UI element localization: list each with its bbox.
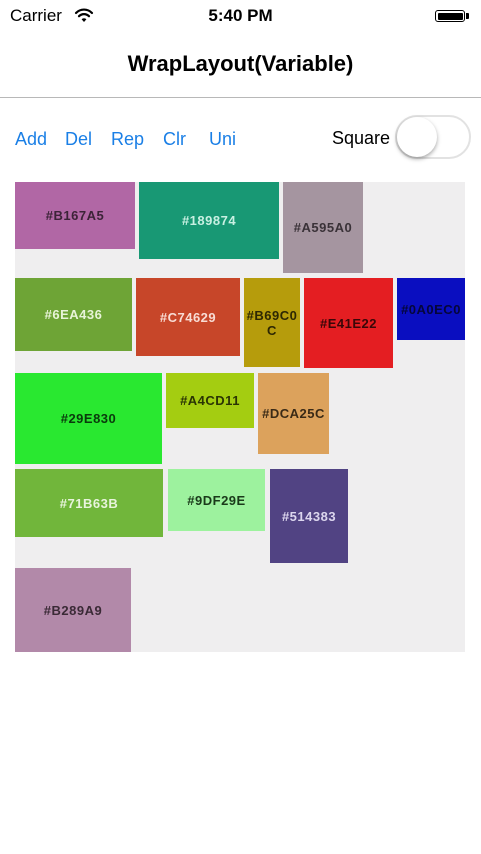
square-toggle-label: Square — [332, 128, 391, 148]
color-tile[interactable]: #A595A0 — [283, 182, 363, 273]
status-bar: Carrier 5:40 PM — [0, 0, 481, 34]
page-title: WrapLayout(Variable) — [127, 51, 354, 76]
uniform-button[interactable]: Uni — [209, 129, 236, 150]
color-tile[interactable]: #6EA436 — [15, 278, 132, 351]
color-tile[interactable]: #B69C0C — [244, 278, 300, 367]
color-tile[interactable]: #514383 — [270, 469, 348, 563]
color-tile[interactable]: #A4CD11 — [166, 373, 254, 428]
navigation-bar: WrapLayout(Variable) — [0, 34, 481, 98]
replace-button[interactable]: Rep — [111, 129, 144, 150]
toolbar: Add Del Rep Clr Uni Square — [0, 98, 481, 182]
square-toggle-switch[interactable] — [395, 115, 471, 159]
delete-button[interactable]: Del — [65, 129, 92, 150]
battery-tip — [466, 13, 469, 19]
add-button[interactable]: Add — [15, 129, 47, 150]
status-time: 5:40 PM — [208, 6, 273, 25]
color-tile[interactable]: #DCA25C — [258, 373, 329, 454]
color-tile[interactable]: #E41E22 — [304, 278, 393, 368]
color-tile[interactable]: #B289A9 — [15, 568, 131, 652]
battery-icon — [435, 10, 465, 22]
color-tile[interactable]: #0A0EC0 — [397, 278, 465, 340]
switch-knob[interactable] — [397, 117, 437, 157]
clear-button[interactable]: Clr — [163, 129, 186, 150]
color-tile[interactable]: #9DF29E — [168, 469, 265, 531]
color-tile[interactable]: #71B63B — [15, 469, 163, 537]
color-tile[interactable]: #29E830 — [15, 373, 162, 464]
color-tile[interactable]: #B167A5 — [15, 182, 135, 249]
wrap-layout-area: #B167A5 #189874 #A595A0 #6EA436 #C74629 … — [15, 182, 465, 652]
color-tile[interactable]: #C74629 — [136, 278, 240, 356]
color-tile[interactable]: #189874 — [139, 182, 279, 259]
